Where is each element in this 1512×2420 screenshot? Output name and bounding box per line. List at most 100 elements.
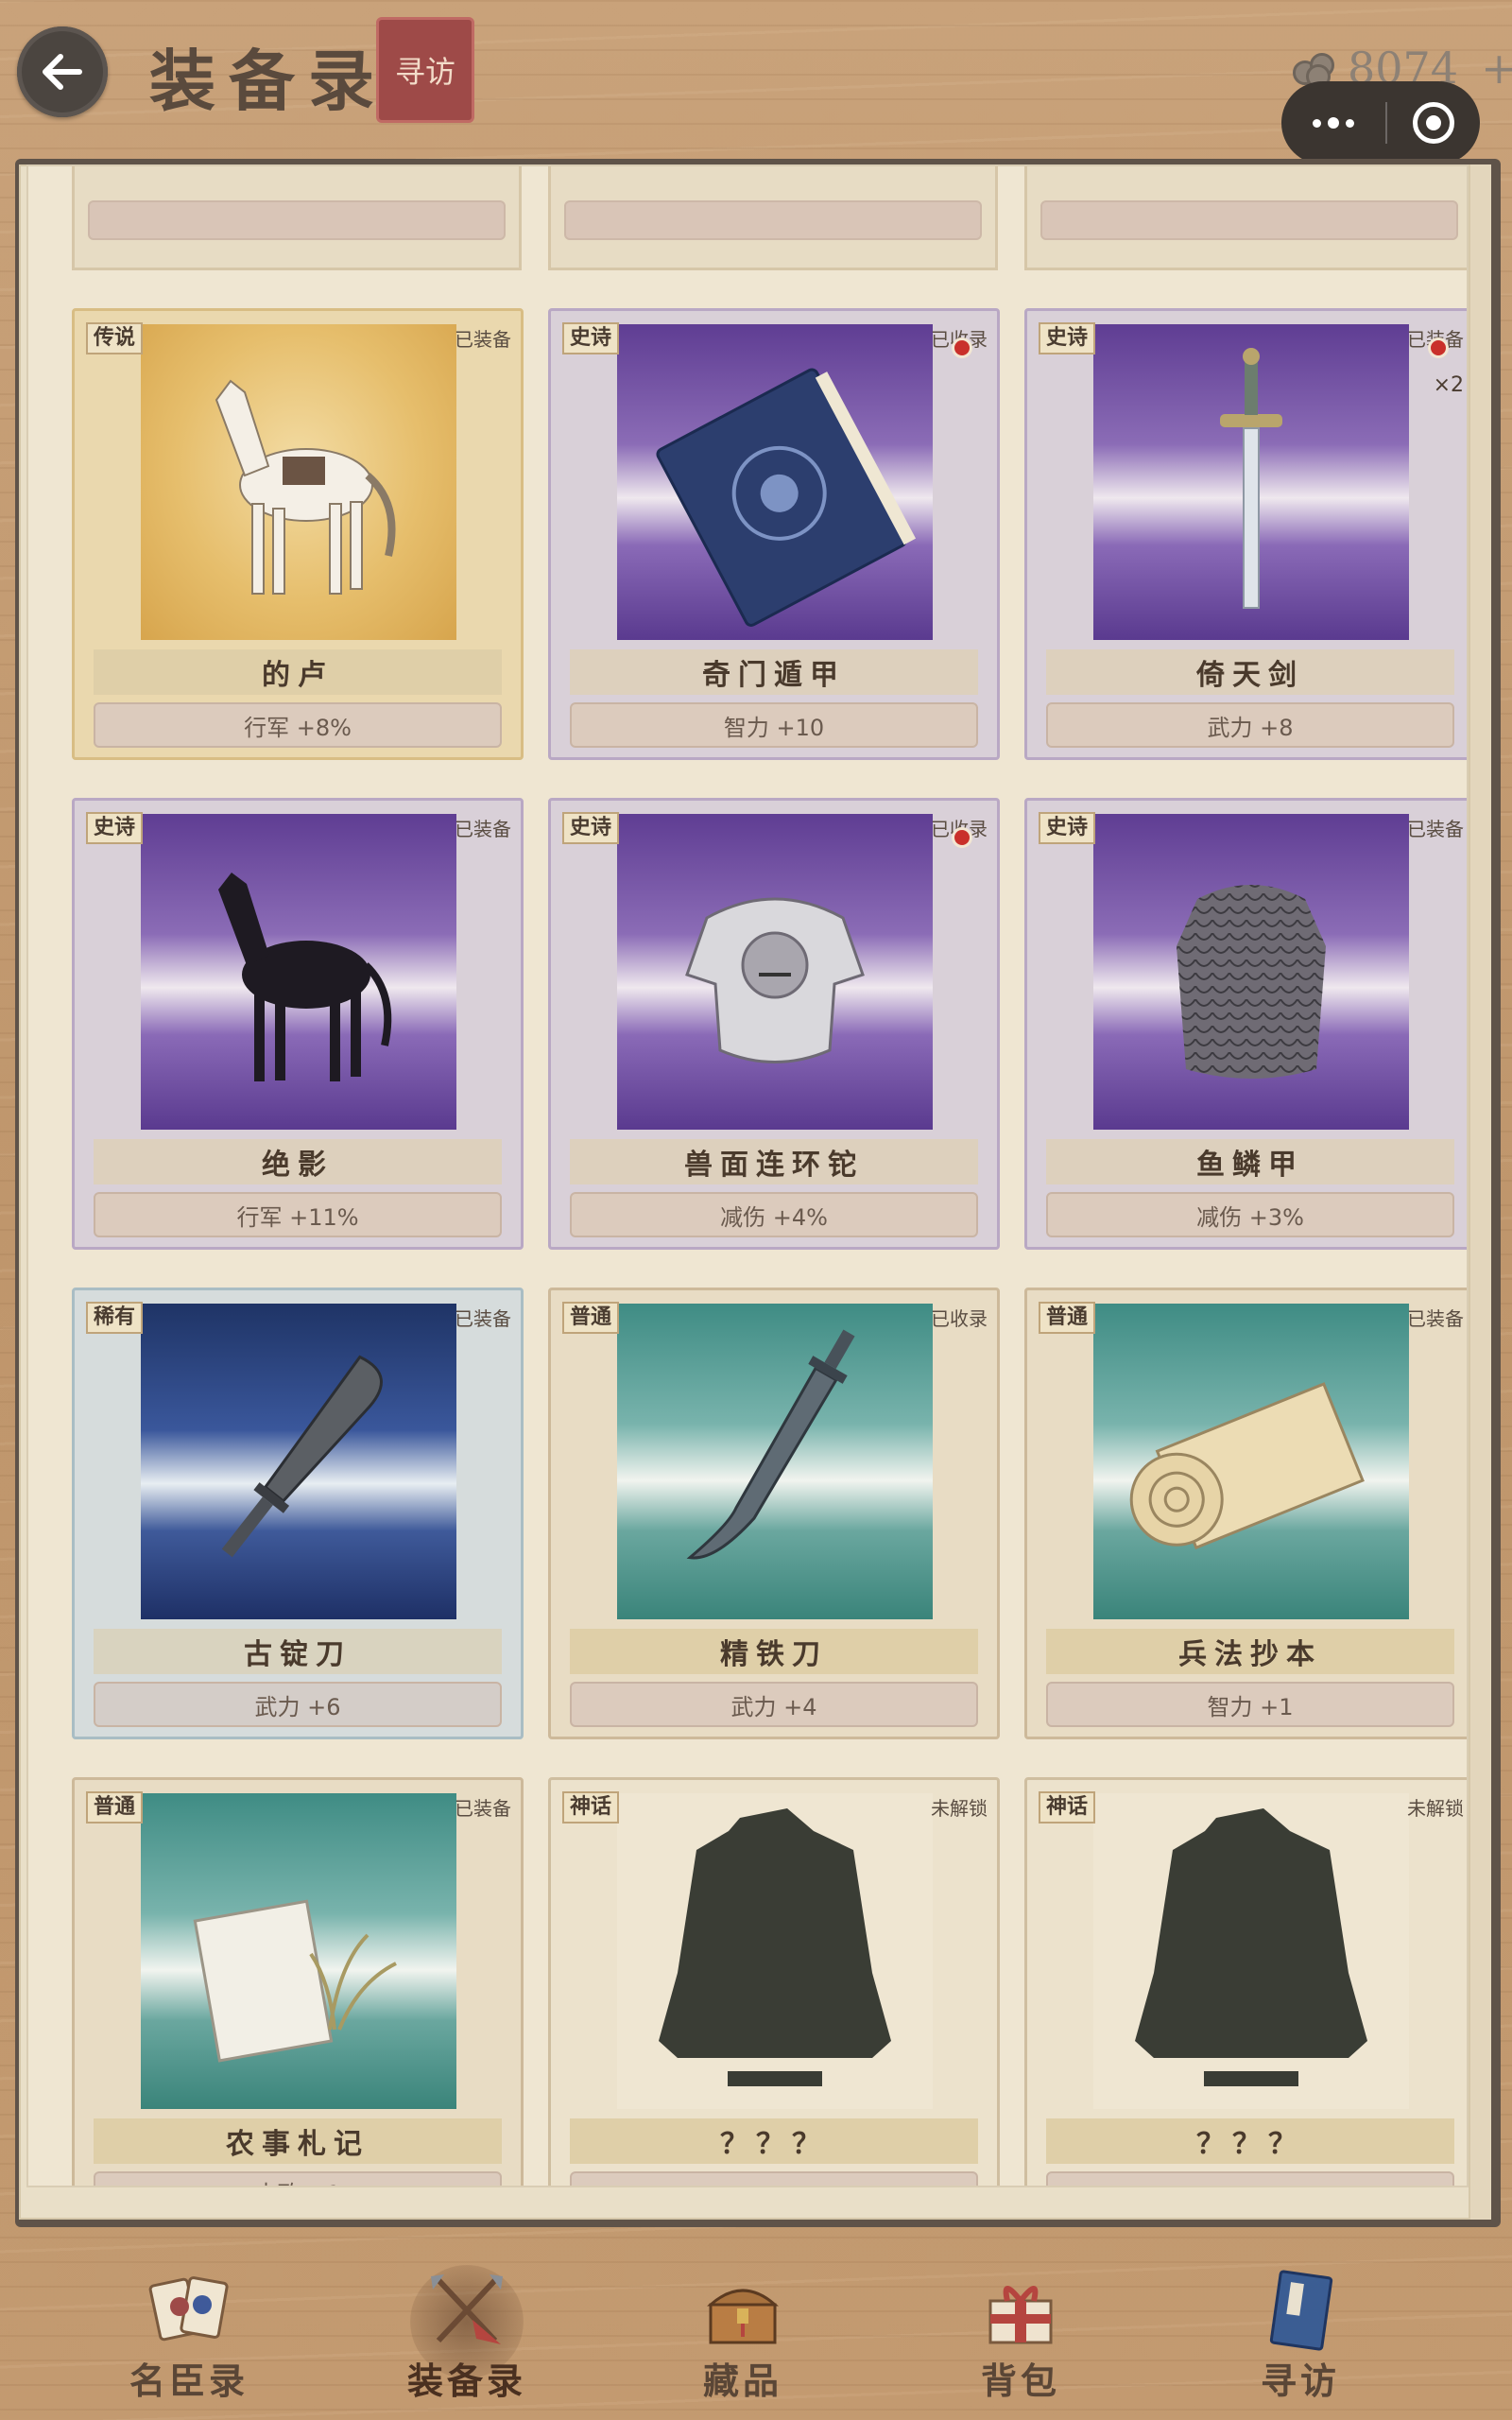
equipment-stat: 智力 +10 — [570, 702, 978, 748]
equipment-card[interactable]: 史诗 已装备鱼鳞甲减伤 +3% — [1024, 798, 1467, 1250]
equipment-card[interactable]: 史诗 已装备绝影行军 +11% — [72, 798, 524, 1250]
equipment-stat: 减伤 +3% — [1046, 1192, 1454, 1237]
rarity-badge: 神话 — [562, 1791, 620, 1824]
equipment-name: 的卢 — [94, 649, 502, 695]
equipment-grid[interactable]: 传说已装备的卢行军 +8%史诗已收录奇门遁甲智力 +10史诗已装备×2倚天剑武力… — [26, 164, 1469, 2187]
equipment-stat: 智力 +1 — [1046, 1682, 1454, 1727]
equipment-name: 奇门遁甲 — [570, 649, 978, 695]
nav-item[interactable]: 装备录 — [372, 2240, 561, 2420]
equipment-name: 农事札记 — [94, 2118, 502, 2164]
notification-dot — [952, 827, 972, 848]
cards-icon — [142, 2263, 236, 2358]
equipment-name: 倚天剑 — [1046, 649, 1454, 695]
book-icon — [617, 324, 933, 640]
close-miniprogram-button[interactable] — [1387, 102, 1480, 144]
rarity-badge: 普通 — [1039, 1302, 1096, 1334]
rarity-badge: 普通 — [86, 1791, 144, 1824]
nav-label: 藏品 — [702, 2360, 782, 2402]
broadsword-icon — [141, 1304, 456, 1619]
equipment-stat: 内政 +1 — [94, 2171, 502, 2186]
rarity-badge: 史诗 — [86, 812, 144, 844]
locked-silhouette-icon — [1093, 1793, 1409, 2109]
rarity-badge: 史诗 — [1039, 322, 1096, 354]
equipment-card[interactable]: 普通 已装备兵法抄本智力 +1 — [1024, 1288, 1467, 1739]
equipment-stat: 武力 +8 — [1046, 702, 1454, 748]
nav-label: 寻访 — [1260, 2360, 1340, 2402]
equipment-card[interactable]: 稀有 已装备古锭刀武力 +6 — [72, 1288, 524, 1739]
notification-dot — [1428, 337, 1449, 358]
equipment-card[interactable]: 普通 已装备农事札记内政 +1 — [72, 1777, 524, 2186]
equipment-name: 绝影 — [94, 1139, 502, 1184]
cut-off-card — [548, 166, 998, 270]
rarity-badge: 史诗 — [562, 812, 620, 844]
equipment-stat: 武力 +4 — [570, 1682, 978, 1727]
status-label: 未解锁 — [1407, 1797, 1464, 1820]
back-button[interactable] — [17, 26, 108, 117]
rarity-badge: 普通 — [562, 1302, 620, 1334]
equipment-card[interactable]: 史诗已装备×2倚天剑武力 +8 — [1024, 308, 1467, 760]
scale-armor-icon — [1093, 814, 1409, 1130]
saber-icon — [617, 1304, 933, 1619]
equipment-stat — [570, 2171, 978, 2186]
nav-item[interactable]: 藏品 — [648, 2240, 837, 2420]
equipment-stat: 武力 +6 — [94, 1682, 502, 1727]
equipment-name: 精铁刀 — [570, 1629, 978, 1674]
target-icon — [1413, 102, 1454, 144]
nav-item[interactable]: 背包 — [926, 2240, 1115, 2420]
equipment-name: ？？？ — [1046, 2118, 1454, 2164]
status-label: 已装备 — [1407, 1307, 1464, 1330]
status-label: 未解锁 — [931, 1797, 988, 1820]
equipment-card[interactable]: 史诗已收录兽面连环铊减伤 +4% — [548, 798, 1000, 1250]
equipment-name: ？？？ — [570, 2118, 978, 2164]
equipment-card[interactable]: 传说 已装备的卢行军 +8% — [72, 308, 524, 760]
book-page: 传说已装备的卢行军 +8%史诗已收录奇门遁甲智力 +10史诗已装备×2倚天剑武力… — [19, 164, 1491, 2220]
status-label: 已装备 — [455, 1797, 511, 1820]
arrow-left-icon — [43, 54, 82, 90]
equipment-card[interactable]: 普通 已收录精铁刀武力 +4 — [548, 1288, 1000, 1739]
equipment-name: 鱼鳞甲 — [1046, 1139, 1454, 1184]
status-label: 已装备 — [455, 328, 511, 351]
crossed-weapons-icon — [420, 2263, 514, 2358]
status-label: 已装备 — [455, 818, 511, 840]
more-options-button[interactable] — [1281, 81, 1385, 164]
equipment-name: 古锭刀 — [94, 1629, 502, 1674]
rarity-badge: 史诗 — [562, 322, 620, 354]
visit-tag-button[interactable]: 寻访 — [376, 17, 474, 123]
rarity-badge: 史诗 — [1039, 812, 1096, 844]
status-label: 已装备 — [455, 1307, 511, 1330]
gift-box-icon — [973, 2263, 1068, 2358]
cut-off-card — [72, 166, 522, 270]
status-label: 已装备 — [1407, 818, 1464, 840]
notification-dot — [952, 337, 972, 358]
equipment-stat: 行军 +11% — [94, 1192, 502, 1237]
treasure-chest-icon — [696, 2263, 790, 2358]
sword-icon — [1093, 324, 1409, 640]
rarity-badge: 稀有 — [86, 1302, 144, 1334]
add-coins-button[interactable]: + — [1481, 43, 1512, 94]
equipment-stat: 行军 +8% — [94, 702, 502, 748]
equipment-stat: 减伤 +4% — [570, 1192, 978, 1237]
rarity-badge: 传说 — [86, 322, 144, 354]
miniprogram-capsule — [1281, 81, 1480, 164]
nav-item[interactable]: 名臣录 — [94, 2240, 284, 2420]
armor-icon — [617, 814, 933, 1130]
equipment-name: 兽面连环铊 — [570, 1139, 978, 1184]
nav-item[interactable]: 寻访 — [1206, 2240, 1395, 2420]
equipment-name: 兵法抄本 — [1046, 1629, 1454, 1674]
black-horse-icon — [141, 814, 456, 1130]
scroll-icon — [1093, 1304, 1409, 1619]
status-label: 已收录 — [931, 1307, 988, 1330]
white-horse-icon — [141, 324, 456, 640]
item-count: ×2 — [1433, 373, 1464, 397]
header: 装备录 寻访 8074 + — [0, 0, 1512, 164]
page-title: 装备录 — [149, 42, 387, 120]
nav-label: 装备录 — [406, 2360, 526, 2402]
equipment-card[interactable]: 神话 未解锁 ？？？ — [1024, 1777, 1467, 2186]
nav-label: 背包 — [980, 2360, 1060, 2402]
cut-off-card — [1024, 166, 1467, 270]
book-icon — [1253, 2263, 1348, 2358]
equipment-card[interactable]: 史诗已收录奇门遁甲智力 +10 — [548, 308, 1000, 760]
equipment-card[interactable]: 神话 未解锁 ？？？ — [548, 1777, 1000, 2186]
nav-label: 名臣录 — [129, 2360, 249, 2402]
bottom-nav: 名臣录 装备录 藏品 背包 寻访 — [0, 2240, 1512, 2420]
